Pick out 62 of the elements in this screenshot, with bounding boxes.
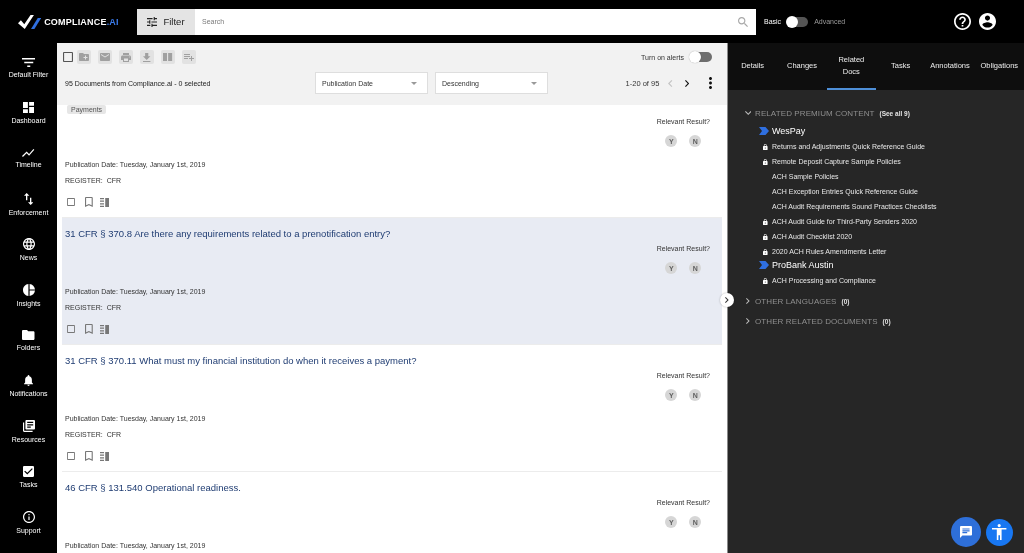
chevron-right-icon[interactable]: [746, 318, 750, 324]
mode-switch[interactable]: [787, 16, 809, 27]
chevron-right-icon: [725, 297, 729, 303]
pie-chart-icon: [22, 283, 35, 296]
alerts-switch[interactable]: [690, 52, 712, 62]
folder-plus-icon: [79, 53, 89, 61]
split-view-icon[interactable]: [99, 451, 110, 461]
account-icon[interactable]: [979, 13, 996, 30]
caret-down-icon: [531, 81, 537, 85]
checkbox[interactable]: [67, 452, 75, 460]
filter-icon: [21, 57, 36, 67]
chevron-right-icon[interactable]: [684, 79, 689, 87]
envelope-icon: [100, 53, 110, 61]
download-icon: [143, 52, 151, 62]
printer-icon: [121, 52, 131, 62]
document-title-link[interactable]: 31 CFR § 370.11 What must my financial institution do when it receives a payment?: [65, 354, 417, 368]
chevron-flag-icon: [759, 127, 769, 135]
provider-name: ProBank Austin: [772, 260, 834, 270]
section-title: RELATED PREMIUM CONTENT: [755, 108, 875, 118]
section-title: OTHER LANGUAGES: [755, 296, 837, 306]
section-title: OTHER RELATED DOCUMENTS: [755, 316, 878, 326]
columns-icon: [163, 53, 173, 61]
list-plus-icon: [184, 53, 194, 61]
provider-name: WesPay: [772, 126, 806, 136]
swap-arrows-icon: [23, 192, 34, 205]
accessibility-icon: [992, 524, 1007, 540]
bookmark-icon[interactable]: [85, 324, 93, 334]
lock-icon: [763, 218, 768, 225]
document-title-link[interactable]: 46 CFR § 131.540 Operational readiness.: [65, 481, 241, 495]
split-view-icon[interactable]: [99, 324, 110, 334]
logo-icon: [18, 14, 42, 29]
lock-icon: [763, 277, 768, 284]
lock-icon: [763, 158, 768, 165]
checkbox[interactable]: [63, 52, 73, 62]
logo-text: COMPLIANCE.AI: [44, 16, 119, 27]
chevron-flag-icon: [759, 261, 769, 269]
split-view-icon[interactable]: [99, 197, 110, 207]
dashboard-icon: [23, 102, 34, 114]
folder-icon: [22, 330, 35, 341]
help-icon[interactable]: [954, 13, 971, 30]
lock-icon: [763, 143, 768, 150]
bell-icon: [24, 375, 33, 387]
info-icon: [22, 511, 35, 524]
chevron-down-icon[interactable]: [744, 111, 752, 115]
stacked-pages-icon: [22, 420, 35, 433]
lock-icon: [763, 248, 768, 255]
bookmark-icon[interactable]: [85, 197, 93, 207]
globe-icon: [22, 238, 35, 251]
sliders-icon: [147, 16, 158, 27]
chat-icon: [960, 526, 972, 538]
more-options-icon[interactable]: [709, 77, 712, 89]
filter-button[interactable]: Filter: [137, 8, 195, 35]
line-chart-icon: [22, 149, 35, 158]
chevron-right-icon[interactable]: [746, 298, 750, 304]
bookmark-icon[interactable]: [85, 451, 93, 461]
lock-icon: [763, 233, 768, 240]
checkbox[interactable]: [67, 325, 75, 333]
checkbox[interactable]: [67, 198, 75, 206]
document-title-link[interactable]: 31 CFR § 370.8 Are there any requirements related to a prenotification entry?: [65, 227, 391, 241]
checked-box-icon: [23, 466, 34, 478]
search-icon[interactable]: [738, 16, 748, 27]
caret-down-icon: [411, 81, 417, 85]
